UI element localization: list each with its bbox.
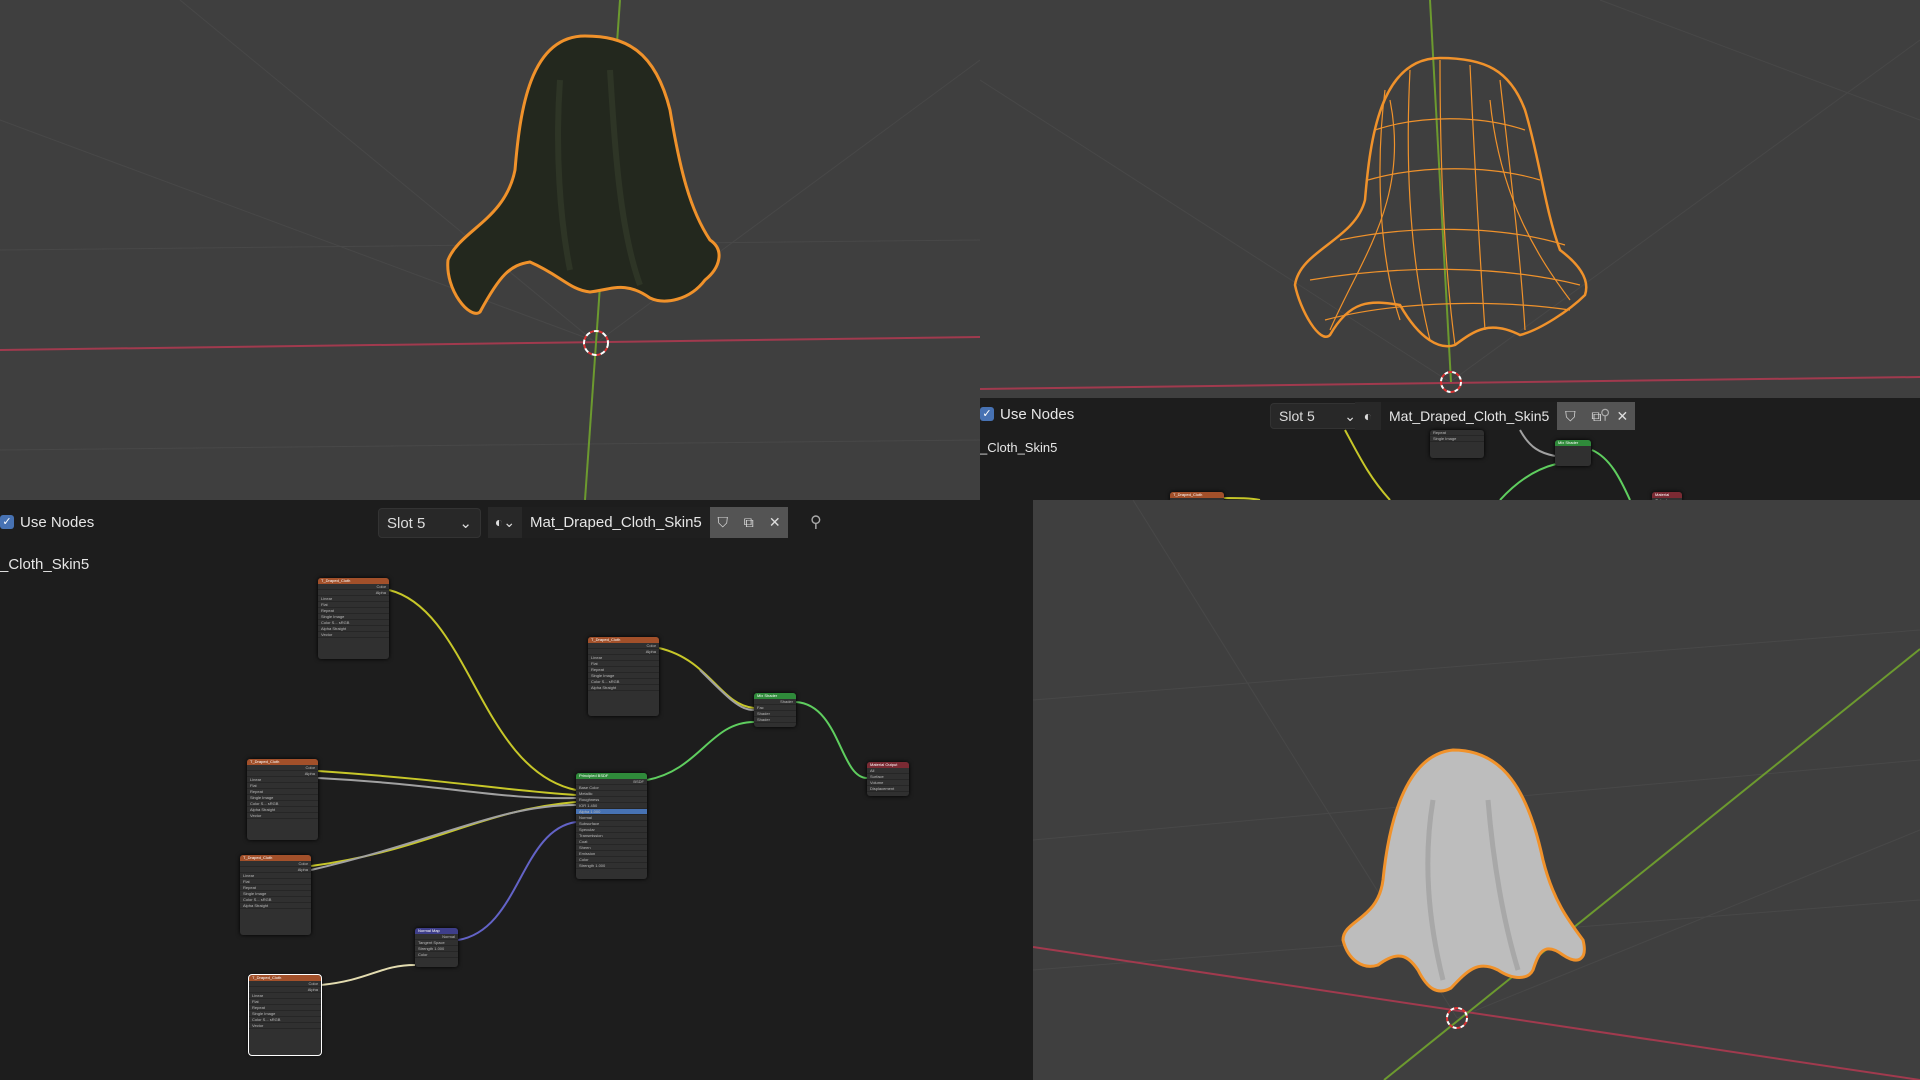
node-output-small[interactable]: Material Output: [1652, 492, 1682, 500]
viewport-wireframe-canvas: [980, 0, 1920, 393]
node-principled-bsdf[interactable]: Principled BSDF BSDF Base Color Metallic…: [576, 773, 647, 879]
link-color: [388, 589, 577, 791]
node-row: Color: [415, 952, 458, 958]
x-axis-line: [0, 336, 980, 351]
node-title: Mix Shader: [1555, 440, 1591, 446]
node-editor-small[interactable]: ✓ Use Nodes Slot 5 ⌄ ◐ Mat_Draped_Cloth_S…: [980, 398, 1920, 500]
node-normal-map[interactable]: Normal Map Normal Tangent Space Strength…: [415, 928, 458, 967]
node-mix-shader-small[interactable]: Mix Shader: [1555, 440, 1591, 466]
node-mix-shader[interactable]: Mix Shader Shader Fac Shader Shader: [754, 693, 796, 727]
viewport-solid[interactable]: [0, 0, 980, 500]
cloth-clay-mesh: [1341, 748, 1586, 993]
viewport-solid-canvas: [0, 0, 980, 500]
node-material-output[interactable]: Material Output All Surface Volume Displ…: [867, 762, 909, 796]
link-vector: [457, 821, 577, 941]
node-row: Single Image: [1430, 436, 1484, 442]
node-row: Alpha Straight: [240, 903, 311, 909]
node-image-texture[interactable]: T_Draped_Cloth Color Alpha Linear Flat R…: [247, 759, 318, 840]
viewport-wireframe[interactable]: [980, 0, 1920, 398]
node-image-texture[interactable]: T_Draped_Cloth Color Alpha Linear Flat R…: [588, 637, 659, 716]
viewport-clay[interactable]: [1033, 500, 1920, 1080]
link-shader: [646, 721, 755, 781]
node-image-texture-small[interactable]: Repeat Single Image: [1430, 430, 1484, 458]
link-gray: [310, 804, 577, 871]
link-color: [320, 964, 416, 986]
node-row: Shader: [754, 717, 796, 723]
node-image-texture[interactable]: T_Draped_Cloth Color Alpha Linear Flat R…: [318, 578, 389, 659]
node-image-texture[interactable]: T_Draped_Cloth Color Alpha Linear Flat R…: [240, 855, 311, 935]
link-shader: [795, 701, 868, 779]
cloth-dark-mesh: [446, 34, 721, 315]
node-title: T_Draped_Cloth: [1170, 492, 1224, 498]
node-editor[interactable]: ✓ Use Nodes Slot 5 ⌄ ◐⌄ Mat_Draped_Cloth_…: [0, 500, 1033, 1080]
node-row: Vector: [318, 632, 389, 638]
link-gray: [317, 777, 577, 800]
node-row: Alpha Straight: [588, 685, 659, 691]
link-color: [317, 770, 577, 796]
node-image-texture-small-2[interactable]: T_Draped_Cloth: [1170, 492, 1224, 500]
node-row: Displacement: [867, 786, 909, 792]
link-color: [310, 801, 577, 867]
viewport-clay-canvas: [1033, 500, 1920, 1080]
node-title: Material Output: [1652, 492, 1682, 500]
node-row: Strength 1.000: [576, 863, 647, 869]
node-row: Vector: [249, 1023, 321, 1029]
node-row: Vector: [247, 813, 318, 819]
link-color: [658, 647, 755, 709]
node-image-texture-selected[interactable]: T_Draped_Cloth Color Alpha Linear Flat R…: [248, 974, 322, 1056]
